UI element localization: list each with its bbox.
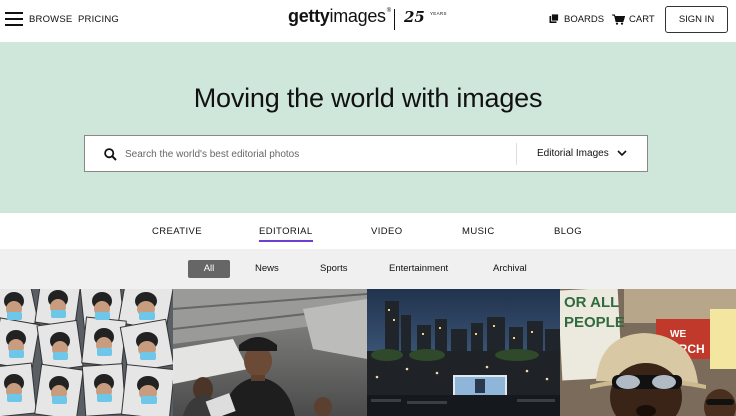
chevron-down-icon[interactable] — [617, 150, 627, 157]
photo-masked-portraits[interactable] — [0, 289, 173, 416]
subtab-entertainment[interactable]: Entertainment — [389, 263, 448, 274]
subtab-all[interactable]: All — [188, 260, 230, 278]
search-divider — [516, 143, 517, 165]
subtab-sports[interactable]: Sports — [320, 263, 347, 274]
editorial-subtabs: All News Sports Entertainment Archival — [0, 249, 736, 289]
cart-icon — [612, 14, 625, 25]
city-dusk-image — [367, 289, 560, 416]
editorial-image-strip: OR ALL PEOPLE WE MARCH — [0, 289, 736, 416]
logo-getty-text: getty — [288, 6, 330, 26]
anniversary-number: 25 — [404, 8, 425, 26]
hero-title: Moving the world with images — [193, 83, 543, 113]
masked-portraits-image — [0, 289, 173, 416]
photo-city-dusk[interactable] — [367, 289, 560, 416]
search-bar: Editorial Images — [84, 135, 648, 172]
tab-music[interactable]: MUSIC — [462, 226, 495, 237]
sign-in-button[interactable]: SIGN IN — [665, 6, 728, 33]
tab-editorial[interactable]: EDITORIAL — [259, 226, 313, 242]
pricing-link[interactable]: PRICING — [78, 14, 119, 25]
search-icon[interactable] — [104, 148, 117, 161]
protest-sign-text-2: PEOPLE — [564, 314, 625, 331]
cart-label: CART — [629, 14, 655, 25]
subtab-news[interactable]: News — [255, 263, 279, 274]
anniversary-years-label: YEARS — [430, 11, 447, 16]
hamburger-menu-icon[interactable] — [5, 12, 23, 26]
browse-link[interactable]: BROWSE — [29, 14, 72, 25]
protest-sign-text-3: WE — [670, 329, 686, 340]
tab-blog[interactable]: BLOG — [554, 226, 582, 237]
warehouse-man-image — [173, 289, 367, 416]
search-type-dropdown[interactable]: Editorial Images — [537, 148, 609, 159]
category-tabs: CREATIVE EDITORIAL VIDEO MUSIC BLOG — [0, 213, 736, 249]
protest-image: OR ALL PEOPLE WE MARCH — [560, 289, 736, 416]
boards-icon — [549, 14, 559, 23]
protest-sign-text-1: OR ALL — [564, 294, 619, 311]
search-input[interactable] — [125, 145, 505, 163]
tab-video[interactable]: VIDEO — [371, 226, 403, 237]
photo-warehouse-man[interactable] — [173, 289, 367, 416]
site-header: BROWSE PRICING gettyimages® 25 YEARS BOA… — [0, 0, 736, 42]
subtab-archival[interactable]: Archival — [493, 263, 527, 274]
tab-creative[interactable]: CREATIVE — [152, 226, 202, 237]
logo-images-text: images — [329, 6, 387, 26]
boards-label: BOARDS — [564, 14, 605, 25]
hero-section: Moving the world with images Editorial I… — [0, 42, 736, 213]
getty-images-logo[interactable]: gettyimages® — [288, 6, 391, 27]
logo-divider — [394, 9, 395, 30]
photo-protest[interactable]: OR ALL PEOPLE WE MARCH — [560, 289, 736, 416]
logo-registered-mark: ® — [386, 8, 391, 14]
